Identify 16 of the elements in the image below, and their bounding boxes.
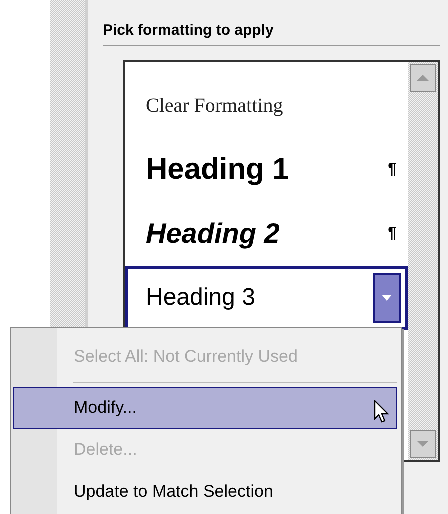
style-item[interactable]: Clear Formatting bbox=[125, 74, 408, 138]
scrollbar[interactable] bbox=[408, 62, 438, 460]
menu-item[interactable]: Modify... bbox=[13, 387, 397, 429]
style-item[interactable]: Heading 2 ¶ bbox=[125, 202, 408, 266]
scroll-down-button[interactable] bbox=[410, 430, 436, 458]
section-title: Pick formatting to apply bbox=[103, 20, 440, 46]
scroll-up-button[interactable] bbox=[410, 64, 436, 92]
menu-item[interactable]: Update to Match Selection bbox=[13, 471, 397, 513]
down-arrow-icon bbox=[417, 440, 429, 446]
mouse-pointer-icon bbox=[374, 400, 390, 424]
paragraph-mark: ¶ bbox=[388, 160, 397, 180]
caret-icon bbox=[382, 294, 392, 300]
style-item[interactable]: Heading 1 ¶ bbox=[125, 138, 408, 202]
paragraph-mark: ¶ bbox=[388, 224, 397, 244]
dropdown-button[interactable] bbox=[373, 272, 401, 322]
up-arrow-icon bbox=[417, 74, 429, 80]
